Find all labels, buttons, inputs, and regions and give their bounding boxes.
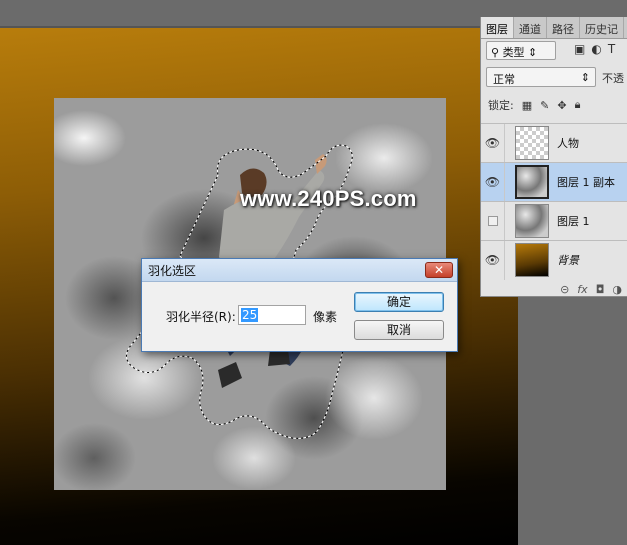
tab-paths[interactable]: 路径 — [547, 17, 580, 38]
layer-name: 人物 — [557, 137, 579, 150]
lock-row: 锁定: ▦ ✎ ✥ 🔒︎ — [488, 97, 580, 113]
image-filter-icon[interactable]: ▣ — [574, 42, 585, 56]
layer-name: 背景 — [557, 254, 579, 267]
panel-bottom-bar: ⊝ fx ◘ ◑ — [481, 281, 627, 297]
layer-row-layer1[interactable]: 图层 1 — [481, 201, 627, 241]
layer-filter-select[interactable]: ⚲ 类型 ⇕ — [486, 41, 556, 60]
link-layers-icon[interactable]: ⊝ — [560, 283, 569, 296]
adjustment-filter-icon[interactable]: ◐ — [591, 42, 601, 56]
visibility-off-icon[interactable] — [481, 201, 505, 241]
layer-row-background[interactable]: 👁︎ 背景 — [481, 240, 627, 280]
layers-panel: 图层 通道 路径 历史记 ⚲ 类型 ⇕ ▣ ◐ T 正常 ⇕ 不透 锁定: ▦ … — [480, 17, 627, 297]
feather-radius-value: 25 — [241, 308, 259, 322]
lock-pixels-icon[interactable]: ✎ — [540, 99, 549, 112]
tab-layers[interactable]: 图层 — [481, 17, 514, 38]
layer-row-layer1-copy[interactable]: 👁︎ 图层 1 副本 — [481, 162, 627, 202]
lock-label: 锁定: — [488, 99, 514, 112]
add-mask-icon[interactable]: ◘ — [596, 283, 605, 296]
search-icon: ⚲ — [491, 46, 503, 59]
type-filter-icon[interactable]: T — [608, 42, 615, 56]
filter-label: 类型 — [502, 46, 525, 59]
updown-icon: ⇕ — [524, 46, 538, 59]
visibility-eye-icon[interactable]: 👁︎ — [481, 123, 505, 163]
unit-label: 像素 — [313, 310, 338, 324]
cancel-button[interactable]: 取消 — [354, 320, 444, 340]
layer-thumbnail — [515, 204, 549, 238]
fx-icon[interactable]: fx — [577, 283, 587, 296]
updown-icon: ⇕ — [580, 71, 590, 84]
adjustment-layer-icon[interactable]: ◑ — [612, 283, 622, 296]
blend-mode-select[interactable]: 正常 ⇕ — [486, 67, 596, 87]
feather-selection-dialog: 羽化选区 ✕ 羽化半径(R): 25 像素 确定 取消 — [141, 258, 458, 352]
layer-name: 图层 1 副本 — [557, 176, 615, 189]
opacity-label: 不透 — [602, 72, 624, 85]
layer-thumbnail — [515, 165, 549, 199]
close-icon[interactable]: ✕ — [425, 262, 453, 278]
lock-transparent-icon[interactable]: ▦ — [522, 99, 532, 112]
filter-icons: ▣ ◐ T — [574, 42, 615, 56]
dialog-titlebar[interactable]: 羽化选区 — [142, 259, 457, 282]
layer-thumbnail — [515, 243, 549, 277]
layer-name: 图层 1 — [557, 215, 590, 228]
ok-button[interactable]: 确定 — [354, 292, 444, 312]
feather-radius-label: 羽化半径(R): — [166, 310, 236, 324]
layer-row-person[interactable]: 👁︎ 人物 — [481, 123, 627, 163]
tab-history[interactable]: 历史记 — [580, 17, 624, 38]
lock-all-icon[interactable]: 🔒︎ — [575, 98, 581, 112]
layer-thumbnail — [515, 126, 549, 160]
watermark-text: www.240PS.com — [240, 186, 417, 211]
lock-position-icon[interactable]: ✥ — [557, 99, 566, 112]
feather-radius-input[interactable]: 25 — [238, 305, 306, 325]
visibility-eye-icon[interactable]: 👁︎ — [481, 162, 505, 202]
panel-tabs: 图层 通道 路径 历史记 — [481, 17, 627, 39]
visibility-eye-icon[interactable]: 👁︎ — [481, 240, 505, 280]
dialog-title: 羽化选区 — [148, 263, 197, 278]
tab-channels[interactable]: 通道 — [514, 17, 547, 38]
blend-mode-value: 正常 — [493, 73, 515, 86]
